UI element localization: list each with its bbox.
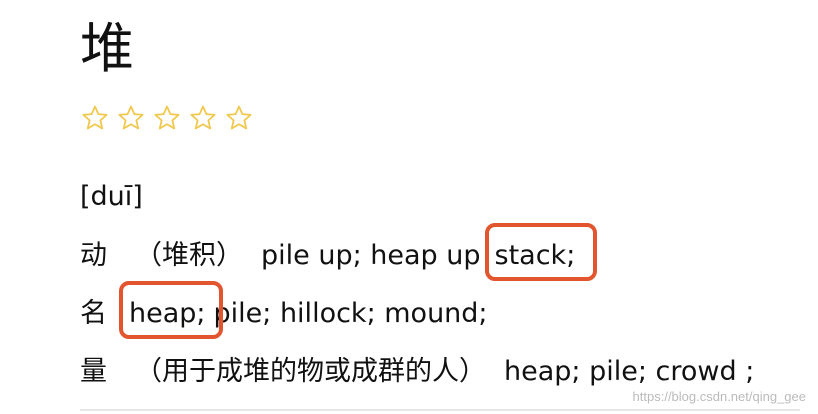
star-icon[interactable] — [152, 103, 182, 133]
headword: 堆 — [80, 17, 134, 80]
definition-verb: 动 （堆积） pile up; heap up stack; — [80, 223, 597, 281]
watermark: https://blog.csdn.net/qing_gee — [632, 389, 806, 404]
divider — [80, 409, 800, 411]
rating-stars[interactable] — [80, 103, 254, 133]
usage-note: （堆积） — [135, 240, 243, 271]
highlighted-term: heap; — [119, 281, 223, 339]
part-of-speech: 名 — [80, 298, 107, 329]
part-of-speech: 量 — [80, 356, 107, 387]
definition-noun: 名 heap; pile; hillock; mound; — [80, 281, 488, 339]
usage-note: （用于成堆的物或成群的人） — [135, 356, 486, 387]
star-icon[interactable] — [224, 103, 254, 133]
dictionary-entry: 堆 [duī] 动 （堆积） pile up; heap up stack; 名… — [0, 0, 818, 414]
star-icon[interactable] — [188, 103, 218, 133]
definition-text: heap; pile; crowd ; — [504, 356, 755, 387]
definition-text: pile; hillock; mound; — [213, 298, 488, 329]
highlighted-term-text: stack; — [494, 240, 576, 271]
highlighted-term: stack; — [484, 223, 597, 281]
highlighted-term-text: heap; — [129, 298, 206, 329]
definition-text: pile up; heap up — [261, 240, 481, 271]
pinyin: [duī] — [80, 181, 143, 212]
star-icon[interactable] — [116, 103, 146, 133]
part-of-speech: 动 — [80, 240, 107, 271]
star-icon[interactable] — [80, 103, 110, 133]
definition-measure-word: 量 （用于成堆的物或成群的人） heap; pile; crowd ; — [80, 353, 754, 391]
